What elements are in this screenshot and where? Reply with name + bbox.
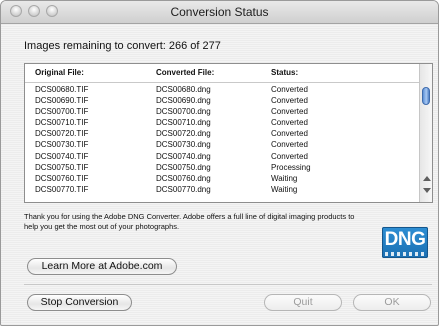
film-strip-icon [385,252,425,256]
converted-file-cell: DCS00690.dng [156,96,211,106]
converted-file-cell: DCS00760.dng [156,173,211,183]
ok-button[interactable]: OK [353,294,431,311]
scroll-down-arrow-icon[interactable] [423,188,431,193]
status-cell: Converted [271,151,308,161]
status-cell: Converted [271,96,308,106]
thank-you-message: Thank you for using the Adobe DNG Conver… [24,212,355,231]
table-row[interactable]: DCS00720.TIF DCS00720.dng Converted [25,128,421,139]
table-row[interactable]: DCS00740.TIF DCS00740.dng Converted [25,151,421,162]
scroll-thumb[interactable] [422,87,430,105]
original-file-cell: DCS00690.TIF [35,96,89,106]
dng-logo-icon: DNG [382,227,428,258]
original-file-cell: DCS00680.TIF [35,85,89,94]
status-cell: Converted [271,129,308,139]
table-row[interactable]: DCS00680.TIF DCS00680.dng Converted [25,84,421,95]
table-row[interactable]: DCS00700.TIF DCS00700.dng Converted [25,106,421,117]
converted-file-cell: DCS00730.dng [156,140,211,150]
window-title: Conversion Status [170,5,269,19]
table-row[interactable]: DCS00770.TIF DCS00770.dng Waiting [25,184,421,195]
list-rows: DCS00680.TIF DCS00680.dng Converted DCS0… [25,84,421,195]
learn-more-button[interactable]: Learn More at Adobe.com [27,258,177,275]
table-row[interactable]: DCS00690.TIF DCS00690.dng Converted [25,95,421,106]
converted-file-cell: DCS00750.dng [156,162,211,172]
status-cell: Converted [271,107,308,117]
images-remaining-label: Images remaining to convert: 266 of 277 [24,40,221,52]
original-file-cell: DCS00750.TIF [35,162,89,172]
table-row[interactable]: DCS00750.TIF DCS00750.dng Processing [25,162,421,173]
original-file-cell: DCS00730.TIF [35,140,89,150]
table-row[interactable]: DCS00760.TIF DCS00760.dng Waiting [25,173,421,184]
original-file-cell: DCS00740.TIF [35,151,89,161]
list-header: Original File: Converted File: Status: [25,64,421,83]
status-cell: Converted [271,118,308,128]
title-bar[interactable]: Conversion Status [1,1,438,24]
original-file-cell: DCS00770.TIF [35,184,89,194]
divider [24,284,432,285]
header-original-file: Original File: [35,68,84,77]
converted-file-cell: DCS00680.dng [156,85,211,94]
conversion-file-list[interactable]: Original File: Converted File: Status: D… [24,63,433,203]
status-cell: Waiting [271,184,298,194]
converted-file-cell: DCS00770.dng [156,184,211,194]
header-converted-file: Converted File: [156,68,215,77]
original-file-cell: DCS00720.TIF [35,129,89,139]
status-cell: Waiting [271,173,298,183]
converted-file-cell: DCS00710.dng [156,118,211,128]
dng-logo-text: DNG [384,229,426,250]
status-cell: Converted [271,140,308,150]
converted-file-cell: DCS00740.dng [156,151,211,161]
converted-file-cell: DCS00720.dng [156,129,211,139]
original-file-cell: DCS00700.TIF [35,107,89,117]
status-cell: Converted [271,85,308,94]
conversion-status-window: Conversion Status Images remaining to co… [0,0,439,326]
original-file-cell: DCS00760.TIF [35,173,89,183]
quit-button[interactable]: Quit [264,294,342,311]
original-file-cell: DCS00710.TIF [35,118,89,128]
list-vertical-scrollbar[interactable] [419,64,432,202]
stop-conversion-button[interactable]: Stop Conversion [27,294,132,311]
scroll-up-arrow-icon[interactable] [423,176,431,181]
status-cell: Processing [271,162,311,172]
converted-file-cell: DCS00700.dng [156,107,211,117]
table-row[interactable]: DCS00710.TIF DCS00710.dng Converted [25,117,421,128]
header-status: Status: [271,68,299,77]
table-row[interactable]: DCS00730.TIF DCS00730.dng Converted [25,139,421,150]
